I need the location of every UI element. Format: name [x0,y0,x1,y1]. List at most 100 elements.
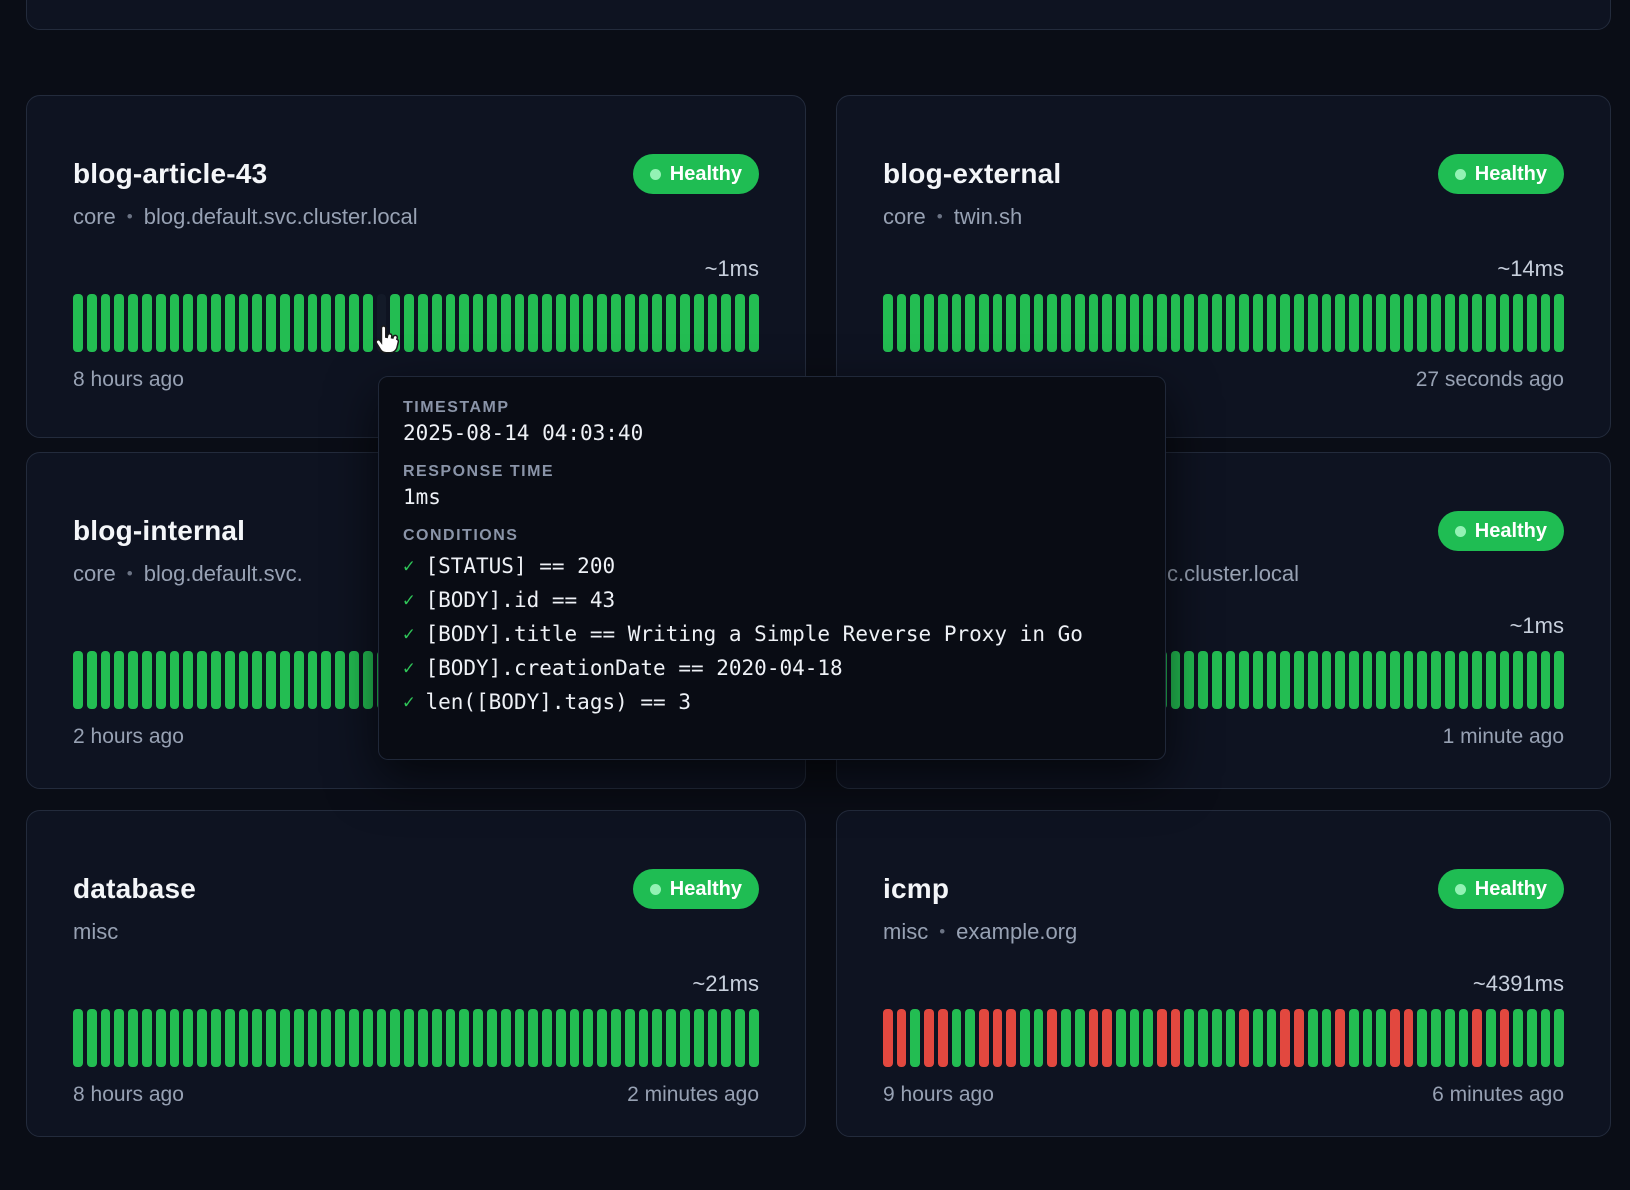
history-bar[interactable] [570,1009,580,1067]
history-bar[interactable] [101,294,111,352]
history-bar[interactable] [1349,1009,1359,1067]
history-bar[interactable] [1308,1009,1318,1067]
history-bar[interactable] [542,294,552,352]
history-bar[interactable] [528,1009,538,1067]
history-bar[interactable] [1513,1009,1523,1067]
history-bar[interactable] [142,294,152,352]
history-bar[interactable] [211,294,221,352]
history-bar[interactable] [1143,294,1153,352]
history-bar[interactable] [1212,1009,1222,1067]
history-bar[interactable] [459,294,469,352]
history-bar[interactable] [924,1009,934,1067]
history-bar[interactable] [487,294,497,352]
history-bar[interactable] [1459,651,1469,709]
history-bar[interactable] [1171,1009,1181,1067]
history-bar[interactable] [101,651,111,709]
history-bar[interactable] [910,294,920,352]
history-bar[interactable] [1184,294,1194,352]
history-bar[interactable] [1376,1009,1386,1067]
history-bar[interactable] [1500,294,1510,352]
history-bar[interactable] [1486,1009,1496,1067]
history-bar[interactable] [459,1009,469,1067]
history-bar[interactable] [883,1009,893,1067]
history-bar[interactable] [1280,651,1290,709]
history-bar[interactable] [308,294,318,352]
history-bar[interactable] [197,294,207,352]
history-bar[interactable] [73,294,83,352]
history-bar[interactable] [1404,651,1414,709]
history-bar[interactable] [666,294,676,352]
history-bar[interactable] [170,294,180,352]
history-bar[interactable] [87,1009,97,1067]
history-bar[interactable] [349,294,359,352]
history-bar[interactable] [1006,1009,1016,1067]
history-bar[interactable] [680,294,690,352]
history-bar[interactable] [1267,651,1277,709]
history-bar[interactable] [1116,294,1126,352]
history-bar[interactable] [1527,294,1537,352]
history-bar[interactable] [225,1009,235,1067]
history-bar[interactable] [1143,1009,1153,1067]
history-bar[interactable] [1184,1009,1194,1067]
history-bar[interactable] [501,294,511,352]
history-bar[interactable] [1239,651,1249,709]
history-bar[interactable] [694,294,704,352]
history-bar[interactable] [128,294,138,352]
history-bar[interactable] [156,1009,166,1067]
history-bar[interactable] [87,651,97,709]
uptime-history[interactable] [883,1009,1564,1067]
history-bar[interactable] [156,294,166,352]
history-bar[interactable] [1157,1009,1167,1067]
history-bar[interactable] [515,294,525,352]
history-bar[interactable] [1472,651,1482,709]
history-bar[interactable] [390,1009,400,1067]
history-bar[interactable] [1513,651,1523,709]
history-bar[interactable] [170,1009,180,1067]
history-bar[interactable] [639,294,649,352]
history-bar[interactable] [170,651,180,709]
history-bar[interactable] [542,1009,552,1067]
history-bar[interactable] [1486,294,1496,352]
history-bar[interactable] [1417,651,1427,709]
history-bar[interactable] [225,294,235,352]
history-bar[interactable] [335,294,345,352]
history-bar[interactable] [1089,294,1099,352]
history-bar[interactable] [1472,1009,1482,1067]
history-bar[interactable] [1130,294,1140,352]
history-bar[interactable] [708,294,718,352]
history-bar[interactable] [1239,294,1249,352]
history-bar[interactable] [1390,1009,1400,1067]
history-bar[interactable] [377,1009,387,1067]
history-bar[interactable] [211,651,221,709]
history-bar[interactable] [294,294,304,352]
history-bar[interactable] [652,1009,662,1067]
history-bar[interactable] [952,294,962,352]
history-bar[interactable] [1431,1009,1441,1067]
history-bar[interactable] [446,294,456,352]
history-bar[interactable] [924,294,934,352]
history-bar[interactable] [625,294,635,352]
history-bar[interactable] [487,1009,497,1067]
uptime-history[interactable] [73,1009,759,1067]
history-bar[interactable] [473,1009,483,1067]
history-bar[interactable] [528,294,538,352]
history-bar[interactable] [114,294,124,352]
history-bar[interactable] [938,1009,948,1067]
history-bar[interactable] [1322,651,1332,709]
history-bar[interactable] [183,1009,193,1067]
history-bar[interactable] [266,651,276,709]
history-bar[interactable] [266,294,276,352]
history-bar[interactable] [197,651,207,709]
history-bar[interactable] [73,1009,83,1067]
history-bar[interactable] [1212,294,1222,352]
history-bar[interactable] [280,1009,290,1067]
history-bar[interactable] [1020,1009,1030,1067]
uptime-history[interactable] [73,294,759,352]
history-bar[interactable] [735,1009,745,1067]
history-bar[interactable] [965,1009,975,1067]
history-bar[interactable] [897,1009,907,1067]
history-bar[interactable] [239,1009,249,1067]
history-bar[interactable] [418,1009,428,1067]
history-bar[interactable] [156,651,166,709]
history-bar[interactable] [1431,651,1441,709]
